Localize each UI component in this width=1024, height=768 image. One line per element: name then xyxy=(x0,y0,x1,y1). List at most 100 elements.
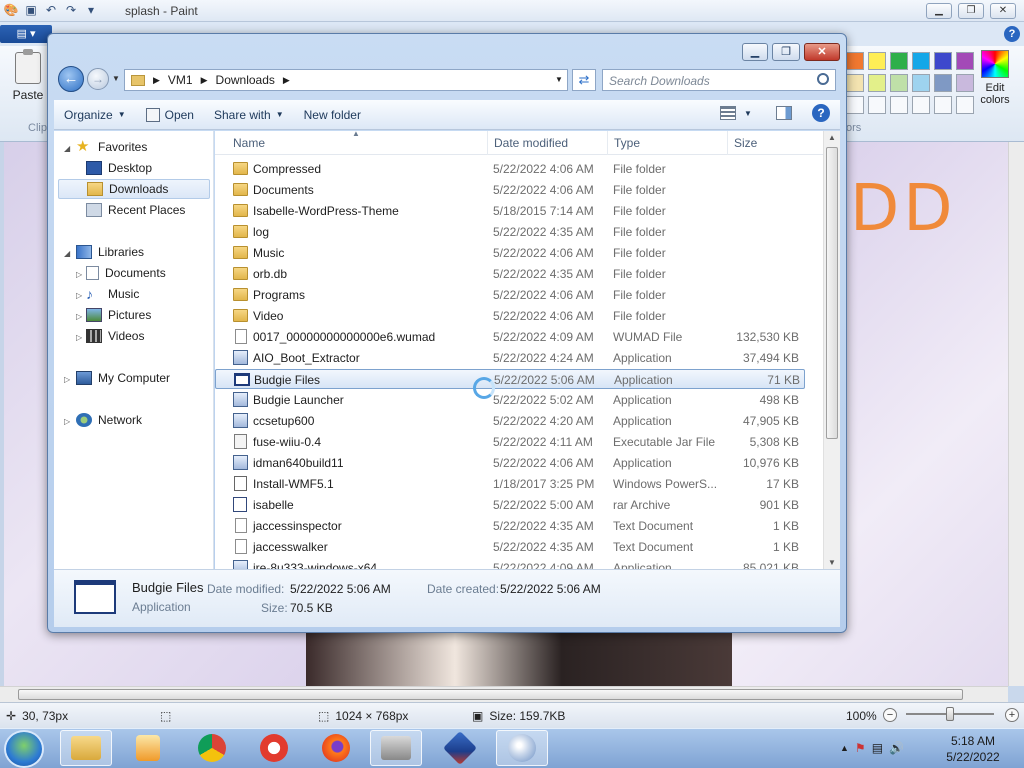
paint-file-menu-button[interactable]: ▤ ▾ xyxy=(0,25,52,43)
palette-swatch[interactable] xyxy=(846,52,864,70)
canvas-vertical-scrollbar[interactable] xyxy=(1008,142,1024,686)
palette-swatch-empty[interactable] xyxy=(890,96,908,114)
nav-downloads[interactable]: Downloads xyxy=(58,179,210,199)
file-row[interactable]: log 5/22/2022 4:35 AM File folder xyxy=(215,222,805,242)
palette-swatch[interactable] xyxy=(890,52,908,70)
breadcrumb-separator-icon[interactable]: ▶ xyxy=(283,75,290,86)
breadcrumb-downloads[interactable]: Downloads xyxy=(216,73,275,87)
breadcrumb-separator-icon[interactable]: ▶ xyxy=(201,75,208,86)
palette-swatch[interactable] xyxy=(846,74,864,92)
expand-videos-icon[interactable]: ▷ xyxy=(76,333,82,342)
nav-favorites[interactable]: ★ Favorites xyxy=(76,137,147,157)
expand-network-icon[interactable]: ▷ xyxy=(64,417,70,426)
file-row[interactable]: Music 5/22/2022 4:06 AM File folder xyxy=(215,243,805,263)
nav-pictures[interactable]: Pictures xyxy=(86,305,151,325)
palette-swatch[interactable] xyxy=(934,52,952,70)
paint-app-icon[interactable]: 🎨 xyxy=(3,2,19,18)
taskbar-clock[interactable]: 5:18 AM 5/22/2022 xyxy=(938,733,1008,765)
file-row[interactable]: AIO_Boot_Extractor 5/22/2022 4:24 AM Appli… xyxy=(215,348,805,368)
zoom-slider-thumb[interactable] xyxy=(946,707,954,721)
zoom-in-button[interactable]: + xyxy=(1005,708,1019,722)
expand-music-icon[interactable]: ▷ xyxy=(76,291,82,300)
file-row[interactable]: orb.db 5/22/2022 4:35 AM File folder xyxy=(215,264,805,284)
palette-swatch-empty[interactable] xyxy=(846,96,864,114)
column-date-header[interactable]: Date modified xyxy=(494,136,568,150)
redo-icon[interactable]: ↷ xyxy=(63,2,79,18)
file-row[interactable]: Budgie Files 5/22/2022 5:06 AM Application… xyxy=(215,369,805,389)
refresh-button[interactable]: ⇄ xyxy=(572,69,596,91)
search-input[interactable]: Search Downloads xyxy=(602,69,836,91)
taskbar-app-button[interactable] xyxy=(370,730,422,766)
flag-icon[interactable]: ⚑ xyxy=(855,741,866,755)
paint-maximize-button[interactable]: ❐ xyxy=(958,3,984,19)
taskbar-chrome-button[interactable] xyxy=(186,730,238,766)
taskbar-virtualbox-button[interactable] xyxy=(434,730,486,766)
scroll-down-icon[interactable]: ▼ xyxy=(824,558,840,567)
file-row[interactable]: jre-8u333-windows-x64 5/22/2022 4:09 AM Ap… xyxy=(215,558,805,569)
file-list-scrollbar[interactable]: ▲ ▼ xyxy=(823,131,840,569)
open-button[interactable]: Open xyxy=(136,102,204,128)
scrollbar-thumb[interactable] xyxy=(18,689,963,700)
taskbar-media-player-button[interactable] xyxy=(122,730,174,766)
file-row[interactable]: Documents 5/22/2022 4:06 AM File folder xyxy=(215,180,805,200)
taskbar-firefox-button[interactable] xyxy=(310,730,362,766)
breadcrumb-vm1[interactable]: VM1 xyxy=(168,73,193,87)
nav-my-computer[interactable]: My Computer xyxy=(76,368,170,388)
palette-swatch[interactable] xyxy=(868,52,886,70)
palette-swatch[interactable] xyxy=(956,74,974,92)
canvas-horizontal-scrollbar[interactable] xyxy=(0,686,1008,702)
file-row[interactable]: jaccessinspector 5/22/2022 4:35 AM Text Do… xyxy=(215,516,805,536)
palette-swatch-empty[interactable] xyxy=(934,96,952,114)
column-divider[interactable] xyxy=(727,131,728,155)
file-row[interactable]: fuse-wiiu-0.4 5/22/2022 4:11 AM Executable… xyxy=(215,432,805,452)
customize-qat-icon[interactable]: ▾ xyxy=(83,2,99,18)
file-row[interactable]: Install-WMF5.1 1/18/2017 3:25 PM Windows P… xyxy=(215,474,805,494)
network-icon[interactable]: ▤ xyxy=(872,741,883,755)
nav-music[interactable]: ♪ Music xyxy=(86,284,139,304)
expand-libraries-icon[interactable]: ◢ xyxy=(64,249,70,258)
file-list-scroll-thumb[interactable] xyxy=(826,147,838,439)
nav-network[interactable]: Network xyxy=(76,410,142,430)
breadcrumb-separator-icon[interactable]: ▶ xyxy=(153,75,160,86)
palette-swatch-empty[interactable] xyxy=(912,96,930,114)
show-hidden-icons-icon[interactable]: ▲ xyxy=(840,743,849,753)
file-row[interactable]: 0017_00000000000000e6.wumad 5/22/2022 4:0… xyxy=(215,327,805,347)
column-type-header[interactable]: Type xyxy=(614,136,640,150)
palette-swatch[interactable] xyxy=(868,74,886,92)
column-name-header[interactable]: Name xyxy=(233,136,265,150)
palette-swatch[interactable] xyxy=(934,74,952,92)
paint-help-icon[interactable]: ? xyxy=(1004,26,1020,42)
palette-swatch[interactable] xyxy=(890,74,908,92)
file-row[interactable]: Programs 5/22/2022 4:06 AM File folder xyxy=(215,285,805,305)
palette-swatch[interactable] xyxy=(912,52,930,70)
address-bar[interactable]: ▶ VM1 ▶ Downloads ▶ xyxy=(124,69,568,91)
explorer-close-button[interactable]: ✕ xyxy=(804,43,840,61)
palette-swatch[interactable] xyxy=(956,52,974,70)
help-icon[interactable]: ? xyxy=(812,104,830,122)
paste-button[interactable]: Paste xyxy=(6,49,50,110)
start-button[interactable] xyxy=(4,730,44,768)
share-with-button[interactable]: Share with ▼ xyxy=(204,102,294,128)
nav-desktop[interactable]: Desktop xyxy=(86,158,152,178)
paint-close-button[interactable]: ✕ xyxy=(990,3,1016,19)
file-row[interactable]: Isabelle-WordPress-Theme 5/18/2015 7:14 A… xyxy=(215,201,805,221)
file-row[interactable]: jaccesswalker 5/22/2022 4:35 AM Text Docum… xyxy=(215,537,805,557)
file-row[interactable]: isabelle 5/22/2022 5:00 AM rar Archive 901 … xyxy=(215,495,805,515)
explorer-maximize-button[interactable]: ❐ xyxy=(772,43,800,61)
nav-videos[interactable]: Videos xyxy=(86,326,144,346)
recent-pages-icon[interactable]: ▼ xyxy=(112,74,120,83)
file-row[interactable]: Compressed 5/22/2022 4:06 AM File folder xyxy=(215,159,805,179)
zoom-out-button[interactable]: − xyxy=(883,708,897,722)
expand-my-computer-icon[interactable]: ▷ xyxy=(64,375,70,384)
file-row[interactable]: ccsetup600 5/22/2022 4:20 AM Application 47… xyxy=(215,411,805,431)
taskbar-paint-button[interactable] xyxy=(496,730,548,766)
taskbar-ccleaner-button[interactable] xyxy=(248,730,300,766)
undo-icon[interactable]: ↶ xyxy=(43,2,59,18)
file-row[interactable]: Video 5/22/2022 4:06 AM File folder xyxy=(215,306,805,326)
edit-colors-button[interactable]: Edit colors xyxy=(974,50,1016,106)
file-row[interactable]: Budgie Launcher 5/22/2022 5:02 AM Applicat… xyxy=(215,390,805,410)
volume-icon[interactable]: 🔊 xyxy=(889,741,904,755)
paint-minimize-button[interactable]: ▁ xyxy=(926,3,952,19)
search-icon[interactable] xyxy=(817,73,829,85)
change-view-icon[interactable] xyxy=(720,106,736,120)
